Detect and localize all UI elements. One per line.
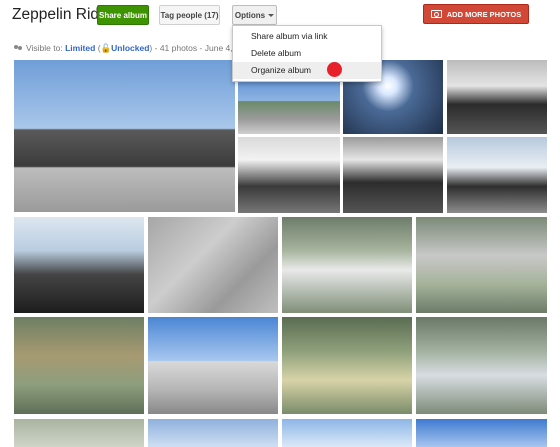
- photo-thumbnail-cabin-passengers-2[interactable]: [238, 137, 340, 213]
- unlocked-paren-close: ): [149, 43, 153, 53]
- lock-icon: 🔓: [100, 43, 112, 53]
- album-title[interactable]: Zeppelin Ride: [12, 6, 108, 24]
- chevron-down-icon: [268, 14, 275, 18]
- menu-item-delete-album[interactable]: Delete album: [233, 45, 381, 62]
- photo-thumbnail-zeppelin-nose-crowd[interactable]: [148, 317, 278, 414]
- camera-icon: [430, 10, 442, 18]
- share-album-button[interactable]: Share album: [97, 5, 149, 25]
- options-dropdown-menu: Share album via link Delete album Organi…: [232, 25, 382, 82]
- photo-thumbnail-two-passengers-window[interactable]: [14, 217, 144, 313]
- visibility-link[interactable]: Limited: [65, 43, 95, 53]
- photo-thumbnail-bottom-2[interactable]: [148, 419, 278, 447]
- tag-people-button[interactable]: Tag people (17): [159, 5, 220, 25]
- album-date: June 4,: [204, 43, 233, 53]
- photo-thumbnail-runway-aerial[interactable]: [148, 217, 278, 313]
- photo-thumbnail-bottom-1[interactable]: [14, 419, 144, 447]
- photo-thumbnail-passenger-window[interactable]: [447, 137, 547, 213]
- photo-thumbnail-aerial-office-park-2[interactable]: [416, 217, 547, 313]
- album-meta: Visible to: Limited (🔓Unlocked) - 41 pho…: [14, 43, 233, 54]
- photo-count: 41 photos: [159, 43, 198, 53]
- people-icon: [14, 45, 23, 52]
- menu-item-organize-album[interactable]: Organize album: [233, 62, 381, 79]
- cursor-marker: [327, 62, 342, 77]
- photo-thumbnail-photographer-1[interactable]: [343, 137, 443, 213]
- options-label: Options: [234, 11, 266, 20]
- photo-thumbnail-bottom-3[interactable]: [282, 419, 412, 447]
- add-photos-label: ADD MORE PHOTOS: [446, 10, 522, 19]
- photo-thumbnail-aerial-campus[interactable]: [416, 317, 547, 414]
- photo-thumbnail-aerial-suburb[interactable]: [282, 317, 412, 414]
- visible-prefix: Visible to:: [26, 43, 63, 53]
- photo-thumbnail-aerial-office-park-1[interactable]: [282, 217, 412, 313]
- unlocked-link[interactable]: Unlocked: [111, 43, 149, 53]
- photo-thumbnail-aerial-neighborhood[interactable]: [14, 317, 144, 414]
- menu-item-share-via-link[interactable]: Share album via link: [233, 28, 381, 45]
- photo-thumbnail-bottom-4[interactable]: [416, 419, 547, 447]
- options-button[interactable]: Options: [232, 5, 277, 25]
- photo-thumbnail-cabin-passengers-1[interactable]: [447, 60, 547, 134]
- add-more-photos-button[interactable]: ADD MORE PHOTOS: [423, 4, 529, 24]
- photo-thumbnail-hangar-exterior[interactable]: [14, 60, 235, 212]
